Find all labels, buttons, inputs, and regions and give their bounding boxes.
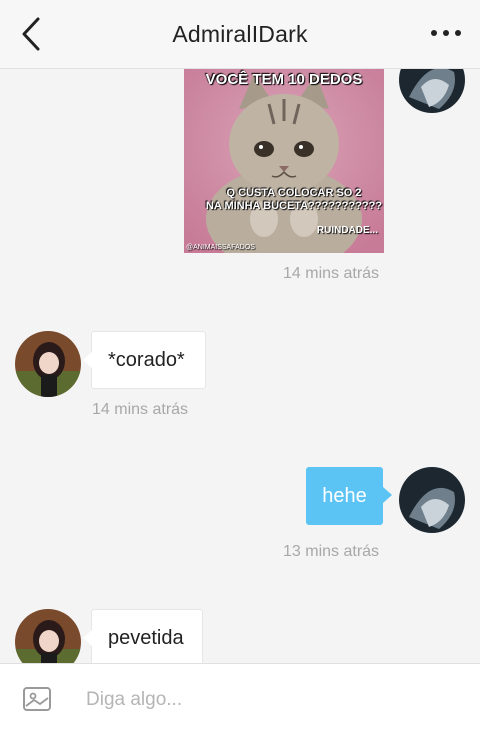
back-button[interactable] <box>14 14 48 54</box>
timestamp: 13 mins atrás <box>283 543 380 560</box>
avatar-self[interactable] <box>399 69 465 113</box>
more-horizontal-icon <box>431 30 461 36</box>
contact-avatar-image <box>15 609 81 663</box>
meme-middle-text: Q CUSTA COLOCAR SO 2 NA MINHA BUCETA????… <box>194 187 384 213</box>
outgoing-message-bubble[interactable]: hehe <box>306 467 392 525</box>
message-text: hehe <box>322 484 367 507</box>
avatar-other[interactable] <box>15 331 81 397</box>
user-avatar-image <box>399 69 465 113</box>
timestamp: 14 mins atrás <box>283 265 380 282</box>
message-text: pevetida <box>108 626 184 649</box>
attach-image-button[interactable] <box>22 686 52 712</box>
message-list[interactable]: VOCÊ TEM 10 DEDOS Q CUSTA COLOCAR SO 2 N… <box>0 69 480 663</box>
chat-header: AdmiralIDark <box>0 0 480 69</box>
meme-middle-line-2: NA MINHA BUCETA??????????? <box>205 200 383 212</box>
image-message[interactable]: VOCÊ TEM 10 DEDOS Q CUSTA COLOCAR SO 2 N… <box>184 69 384 253</box>
user-avatar-image <box>399 467 465 533</box>
message-input[interactable] <box>84 684 468 716</box>
timestamp: 14 mins atrás <box>92 401 189 418</box>
meme-middle-line-1: Q CUSTA COLOCAR SO 2 <box>226 187 362 199</box>
incoming-message-bubble[interactable]: *corado* <box>83 331 206 389</box>
incoming-message-bubble[interactable]: pevetida <box>83 609 203 663</box>
avatar-self[interactable] <box>399 467 465 533</box>
image-icon <box>23 687 51 711</box>
meme-credit: @ANIMAISSAFADOS <box>186 244 255 251</box>
message-composer <box>0 663 480 731</box>
message-text: *corado* <box>108 348 185 371</box>
chat-title[interactable]: AdmiralIDark <box>172 21 307 48</box>
chevron-left-icon <box>22 17 40 51</box>
meme-end-text: RUINDADE... <box>316 225 378 236</box>
avatar-other[interactable] <box>15 609 81 663</box>
meme-top-text: VOCÊ TEM 10 DEDOS <box>205 71 363 88</box>
contact-avatar-image <box>15 331 81 397</box>
more-options-button[interactable] <box>428 18 464 48</box>
